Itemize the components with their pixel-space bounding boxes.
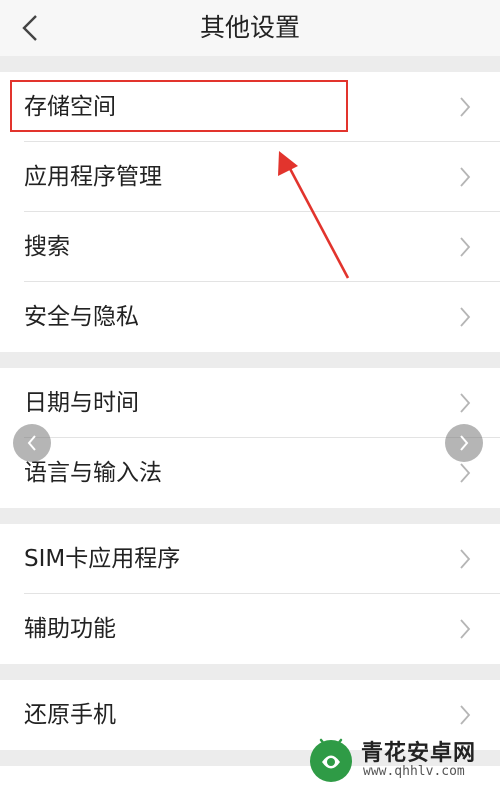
section-gap [0,664,500,680]
chevron-right-icon [460,393,471,413]
watermark-name: 青花安卓网 [361,741,477,766]
settings-item-date-time[interactable]: 日期与时间 [0,368,500,438]
settings-item-label: 应用程序管理 [24,164,162,190]
settings-item-language-input[interactable]: 语言与输入法 [0,438,500,508]
settings-item-storage[interactable]: 存储空间 [0,72,500,142]
next-image-button[interactable] [445,424,483,462]
settings-item-label: 安全与隐私 [24,304,139,330]
settings-item-label: 还原手机 [24,702,116,728]
logo-icon [310,738,352,782]
chevron-right-icon [460,307,471,327]
settings-item-security-privacy[interactable]: 安全与隐私 [0,282,500,352]
settings-item-app-management[interactable]: 应用程序管理 [0,142,500,212]
chevron-right-icon [460,619,471,639]
chevron-right-icon [460,435,469,451]
page-title: 其他设置 [199,13,300,42]
settings-item-label: SIM卡应用程序 [24,546,181,572]
section-gap [0,56,500,72]
chevron-right-icon [460,705,471,725]
chevron-right-icon [460,463,471,483]
settings-item-label: 存储空间 [24,94,116,120]
section-gap [0,352,500,368]
chevron-right-icon [460,549,471,569]
settings-item-sim-apps[interactable]: SIM卡应用程序 [0,524,500,594]
settings-item-label: 搜索 [24,234,70,260]
chevron-left-icon [27,435,36,451]
chevron-right-icon [460,97,471,117]
watermark-url: www.qhhlv.com [363,764,465,779]
section-gap [0,508,500,524]
watermark: 青花安卓网 www.qhhlv.com [301,733,496,787]
top-bar: 其他设置 [0,0,500,56]
chevron-right-icon [460,167,471,187]
settings-item-accessibility[interactable]: 辅助功能 [0,594,500,664]
settings-item-search[interactable]: 搜索 [0,212,500,282]
chevron-right-icon [460,237,471,257]
prev-image-button[interactable] [13,424,51,462]
settings-item-label: 辅助功能 [24,616,116,642]
